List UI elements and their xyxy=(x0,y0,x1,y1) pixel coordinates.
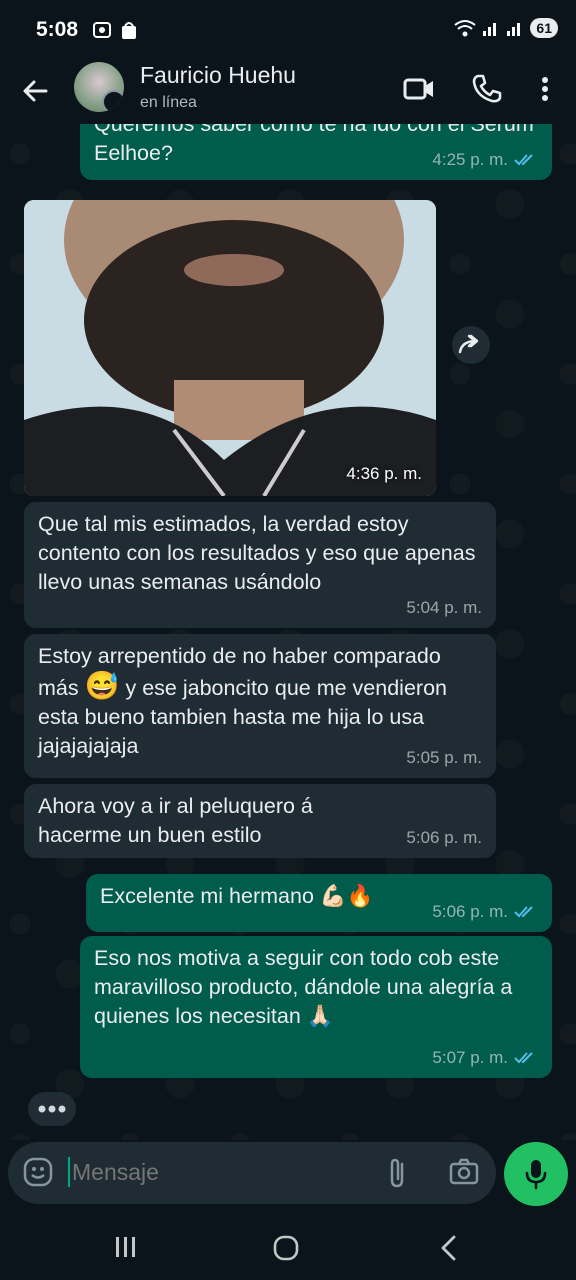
photo-time: 4:36 p. m. xyxy=(346,464,422,483)
read-ticks-icon xyxy=(514,1051,533,1063)
photo-image[interactable] xyxy=(24,200,436,496)
video-call-icon[interactable] xyxy=(402,72,436,106)
message-time: 5:05 p. m. xyxy=(406,748,482,767)
status-ring-icon xyxy=(102,90,124,112)
message-input[interactable] xyxy=(70,1158,374,1187)
signal-icon-2 xyxy=(507,23,521,36)
message-incoming[interactable]: Que tal mis estimados, la verdad estoy c… xyxy=(24,502,496,628)
forward-button[interactable] xyxy=(452,326,490,364)
contact-name[interactable]: Fauricio Huehu xyxy=(140,62,296,89)
back-arrow-icon[interactable] xyxy=(18,74,52,108)
message-time: 4:25 p. m. xyxy=(432,145,538,174)
message-text: Que tal mis estimados, la verdad estoy c… xyxy=(38,512,476,594)
recent-apps-icon[interactable] xyxy=(112,1234,140,1260)
message-outgoing[interactable]: Eso nos motiva a seguir con todo cob est… xyxy=(80,936,552,1078)
read-ticks-icon xyxy=(514,905,533,917)
signal-icon xyxy=(483,23,497,36)
time-label: 5:07 p. m. xyxy=(432,1048,508,1067)
avatar[interactable] xyxy=(74,62,124,112)
message-outgoing[interactable]: Excelente mi hermano 💪🏻🔥 5:06 p. m. xyxy=(86,874,552,932)
time-label: 4:25 p. m. xyxy=(432,150,508,169)
message-text: Eso nos motiva a seguir con todo cob est… xyxy=(94,946,513,1028)
read-ticks-icon xyxy=(514,153,533,165)
attach-icon[interactable] xyxy=(384,1156,410,1190)
chat-area[interactable]: Queremos saber como te ha ido con el Ser… xyxy=(0,124,576,1140)
message-time: 5:06 p. m. xyxy=(432,897,538,926)
wifi-icon xyxy=(454,20,477,37)
chat-header: Fauricio Huehu en línea xyxy=(0,60,576,124)
message-text: Ahora voy a ir al peluquero á hacerme un… xyxy=(38,794,313,847)
emoji-icon[interactable] xyxy=(22,1156,54,1188)
typing-dots-icon xyxy=(38,1105,66,1113)
typing-indicator xyxy=(28,1092,76,1126)
more-vert-icon[interactable] xyxy=(528,72,562,106)
screen-record-icon xyxy=(93,22,111,38)
shopping-bag-icon xyxy=(122,22,136,39)
time-label: 5:06 p. m. xyxy=(432,902,508,921)
emoji: 😅 xyxy=(84,670,120,701)
message-time: 5:04 p. m. xyxy=(406,598,482,617)
mic-button[interactable] xyxy=(504,1142,568,1206)
status-time: 5:08 xyxy=(36,18,79,41)
message-image[interactable]: 4:36 p. m. xyxy=(24,200,436,496)
message-outgoing[interactable]: Queremos saber como te ha ido con el Ser… xyxy=(80,124,552,180)
message-incoming[interactable]: Ahora voy a ir al peluquero á hacerme un… xyxy=(24,784,496,858)
message-composer xyxy=(8,1142,496,1204)
message-time: 5:06 p. m. xyxy=(406,828,482,847)
forward-icon xyxy=(458,334,479,354)
camera-icon[interactable] xyxy=(448,1156,480,1188)
status-bar: 5:08 61 xyxy=(0,0,576,60)
system-nav-bar xyxy=(0,1214,576,1280)
contact-status: en línea xyxy=(140,94,197,111)
mic-icon xyxy=(525,1160,547,1190)
phone-icon[interactable] xyxy=(470,72,504,106)
battery-level: 61 xyxy=(530,18,558,38)
home-icon[interactable] xyxy=(272,1234,300,1262)
message-time: 5:07 p. m. xyxy=(432,1043,538,1072)
back-nav-icon[interactable] xyxy=(436,1234,462,1262)
message-incoming[interactable]: Estoy arrepentido de no haber comparado … xyxy=(24,634,496,778)
